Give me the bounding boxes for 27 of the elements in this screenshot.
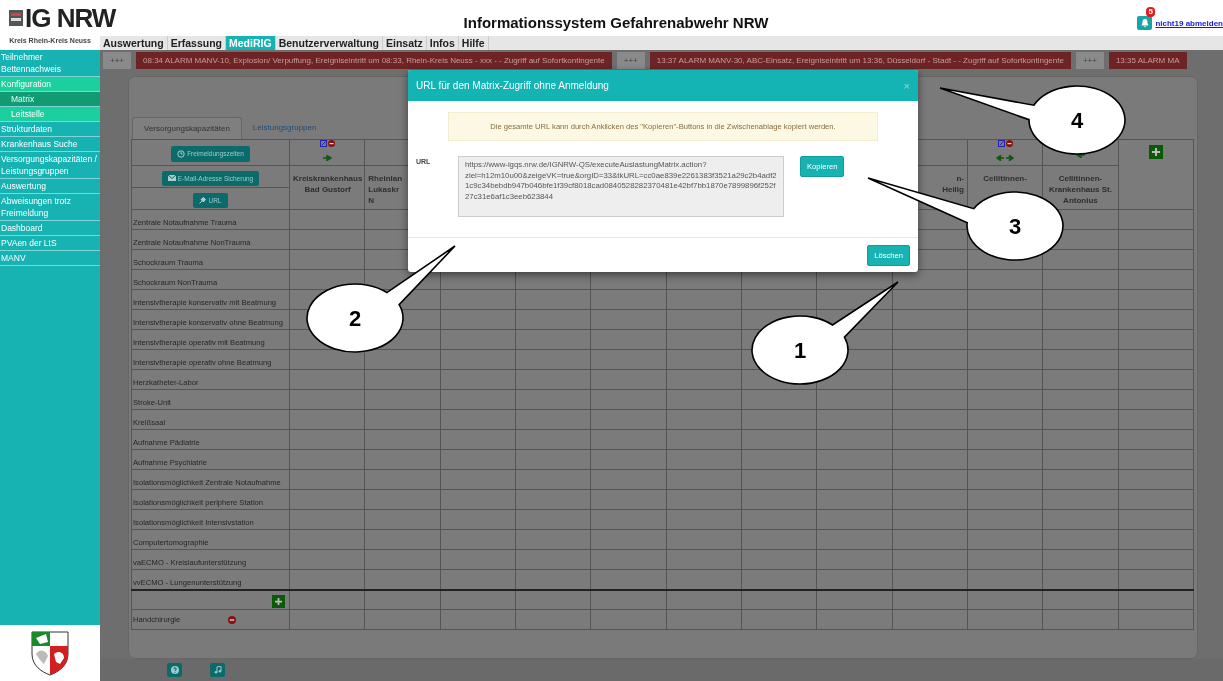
page-title: Informationssystem Gefahrenabwehr NRW bbox=[463, 12, 769, 31]
nav-tab[interactable]: MediRIG bbox=[226, 36, 276, 50]
logout-link[interactable]: nicht19 abmelden bbox=[1155, 18, 1223, 28]
callout-number: 3 bbox=[1008, 214, 1022, 239]
callout-number: 4 bbox=[1070, 108, 1084, 133]
ticker-more-button[interactable]: +++ bbox=[1075, 52, 1104, 69]
alarm-message[interactable]: 13:35 ALARM MA bbox=[1108, 52, 1187, 69]
sidebar-item[interactable]: Leitstelle bbox=[0, 107, 100, 122]
sidebar-item[interactable]: Matrix bbox=[0, 92, 100, 107]
sidebar-item[interactable]: Konfiguration bbox=[0, 77, 100, 92]
close-button[interactable]: × bbox=[903, 79, 910, 92]
dialog-title: URL für den Matrix-Zugriff ohne Anmeldung bbox=[416, 80, 609, 91]
logo-text: IG NRW bbox=[25, 2, 116, 34]
notification-badge: 5 bbox=[1146, 7, 1155, 17]
callout-number: 2 bbox=[348, 306, 362, 331]
hospital-name: n- Heilig bbox=[941, 173, 965, 195]
alarm-message[interactable]: 13:37 ALARM MANV-30, ABC-Einsatz, Ereigniseintritt um 13:36, Düsseldorf - Stadt - - Zugriff auf Sofortkontingente bbox=[649, 52, 1071, 69]
matrix-tab[interactable]: Leistungsgruppen bbox=[241, 117, 328, 139]
hospital-name: Cellitinnen- bbox=[982, 173, 1028, 184]
hospital-name: Kreiskrankenhaus Bad Gustorf bbox=[292, 173, 364, 195]
matrix-tab[interactable]: Versorgungskapazitäten bbox=[132, 117, 242, 139]
hospital-name: Cellitinnen- Krankenhaus St. Antonius bbox=[1047, 173, 1113, 206]
hospital-name: Rheinlan Lukaskr N bbox=[367, 173, 404, 206]
callout-number: 1 bbox=[793, 338, 807, 363]
ticker-more-button[interactable]: +++ bbox=[616, 52, 645, 69]
alarm-message[interactable]: 08:34 ALARM MANV-10, Explosion/ Verpuffung, Ereigniseintritt um 08:33, Rhein-Kreis Neuss - xxx - - Zugriff auf Sofortkontingente bbox=[136, 52, 612, 69]
ticker-more-button[interactable]: +++ bbox=[103, 52, 131, 69]
